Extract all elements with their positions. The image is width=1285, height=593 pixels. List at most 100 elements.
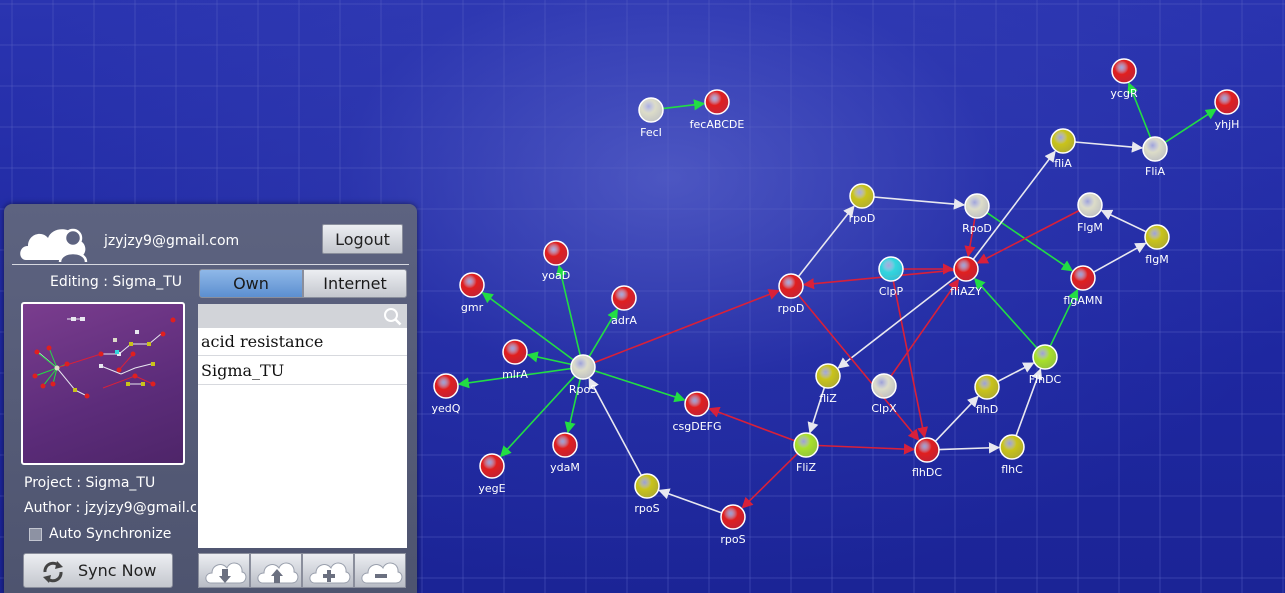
node-circle[interactable] — [459, 272, 485, 298]
node-rpoD_y[interactable]: rpoD — [849, 183, 876, 225]
node-gmr[interactable]: gmr — [459, 272, 485, 314]
node-ClpP[interactable]: ClpP — [878, 256, 904, 298]
node-circle[interactable] — [433, 373, 459, 399]
node-circle[interactable] — [974, 374, 1000, 400]
node-label: FlgM — [1077, 221, 1103, 234]
node-yhjH[interactable]: yhjH — [1214, 89, 1240, 131]
node-circle[interactable] — [479, 453, 505, 479]
node-circle[interactable] — [1070, 265, 1096, 291]
node-circle[interactable] — [1032, 344, 1058, 370]
node-label: flhDC — [912, 466, 942, 479]
node-rpoD_r[interactable]: rpoD — [778, 273, 805, 315]
edge-RpoS-csgDEFG[interactable] — [594, 369, 686, 403]
node-circle[interactable] — [704, 89, 730, 115]
cloud-remove-button[interactable] — [354, 553, 406, 588]
edge-flhDC-flhD[interactable] — [934, 395, 979, 442]
edge-flgAMN-flgM[interactable] — [1093, 242, 1147, 273]
node-circle[interactable] — [1144, 224, 1170, 250]
node-circle[interactable] — [793, 432, 819, 458]
edge-FliZ-rpoS_r[interactable] — [741, 452, 799, 509]
node-FlhDC[interactable]: FlhDC — [1029, 344, 1062, 386]
node-circle[interactable] — [634, 473, 660, 499]
node-fecABCDE[interactable]: fecABCDE — [690, 89, 745, 131]
edge-FlhDC-fliAZY[interactable] — [973, 277, 1038, 349]
node-circle[interactable] — [953, 256, 979, 282]
node-rpoS_y[interactable]: rpoS — [634, 473, 660, 515]
node-flgAMN[interactable]: flgAMN — [1063, 265, 1103, 307]
tab-own[interactable]: Own — [199, 269, 303, 298]
node-FlgM[interactable]: FlgM — [1077, 192, 1103, 234]
cloud-download-button[interactable] — [198, 553, 250, 588]
node-RpoS[interactable]: RpoS — [569, 354, 597, 396]
sync-now-label: Sync Now — [78, 561, 157, 580]
node-flgM[interactable]: flgM — [1144, 224, 1170, 266]
sync-now-button[interactable]: Sync Now — [23, 553, 173, 588]
node-circle[interactable] — [1214, 89, 1240, 115]
node-circle[interactable] — [552, 432, 578, 458]
cloud-add-icon — [309, 562, 351, 584]
node-RpoD[interactable]: RpoD — [962, 193, 992, 235]
auto-sync-checkbox[interactable] — [29, 528, 42, 541]
cloud-upload-button[interactable] — [250, 553, 302, 588]
edge-fliA_y-FliA[interactable] — [1074, 141, 1144, 153]
node-circle[interactable] — [778, 273, 804, 299]
edge-flhDC-flhC[interactable] — [938, 442, 1001, 454]
node-yegE[interactable]: yegE — [478, 453, 506, 495]
node-label: adrA — [611, 314, 637, 327]
node-circle[interactable] — [878, 256, 904, 282]
node-fliA_y[interactable]: fliA — [1050, 128, 1076, 170]
edge-rpoD_r-rpoD_y[interactable] — [797, 205, 855, 278]
list-item[interactable]: acid resistance — [198, 328, 407, 356]
node-circle[interactable] — [1142, 136, 1168, 162]
node-ycgR[interactable]: ycgR — [1110, 58, 1138, 100]
node-ydaM[interactable]: ydaM — [550, 432, 580, 474]
node-circle[interactable] — [611, 285, 637, 311]
node-mlrA[interactable]: mlrA — [502, 339, 528, 381]
list-item[interactable]: Sigma_TU — [198, 357, 407, 385]
tab-internet[interactable]: Internet — [303, 269, 407, 298]
node-circle[interactable] — [570, 354, 596, 380]
node-circle[interactable] — [684, 391, 710, 417]
cloud-action-bar — [198, 553, 408, 588]
node-circle[interactable] — [871, 373, 897, 399]
node-FliA[interactable]: FliA — [1142, 136, 1168, 178]
logout-button[interactable]: Logout — [322, 224, 403, 254]
node-yoaD[interactable]: yoaD — [542, 240, 570, 282]
node-circle[interactable] — [849, 183, 875, 209]
edge-rpoD_y-RpoD[interactable] — [873, 196, 966, 210]
node-flhC[interactable]: flhC — [999, 434, 1025, 476]
edge-RpoS-gmr[interactable] — [481, 292, 574, 361]
node-FecI[interactable]: FecI — [638, 97, 664, 139]
edge-FlgM-fliAZY[interactable] — [976, 209, 1080, 264]
node-ClpX[interactable]: ClpX — [871, 373, 897, 415]
node-circle[interactable] — [720, 504, 746, 530]
node-yedQ[interactable]: yedQ — [432, 373, 461, 415]
edge-rpoS_r-rpoS_y[interactable] — [658, 488, 722, 514]
node-circle[interactable] — [502, 339, 528, 365]
node-label: ydaM — [550, 461, 580, 474]
node-circle[interactable] — [815, 363, 841, 389]
edge-FliZ-csgDEFG[interactable] — [708, 406, 796, 442]
edge-RpoS-mlrA[interactable] — [526, 351, 572, 366]
node-rpoS_r[interactable]: rpoS — [720, 504, 746, 546]
node-circle[interactable] — [1077, 192, 1103, 218]
node-fliZ[interactable]: fliZ — [815, 363, 841, 405]
node-circle[interactable] — [1050, 128, 1076, 154]
node-adrA[interactable]: adrA — [611, 285, 637, 327]
node-circle[interactable] — [1111, 58, 1137, 84]
edge-FecI-fecABCDE[interactable] — [662, 99, 706, 111]
node-flhDC[interactable]: flhDC — [912, 437, 942, 479]
cloud-add-button[interactable] — [302, 553, 354, 588]
node-circle[interactable] — [964, 193, 990, 219]
search-icon[interactable] — [383, 307, 402, 326]
edge-FliA-yhjH[interactable] — [1164, 108, 1218, 144]
search-input[interactable] — [198, 304, 378, 328]
edge-flgM-FlgM[interactable] — [1100, 209, 1147, 233]
node-flhD[interactable]: flhD — [974, 374, 1000, 416]
node-circle[interactable] — [914, 437, 940, 463]
node-circle[interactable] — [543, 240, 569, 266]
project-thumbnail[interactable] — [21, 302, 185, 465]
node-circle[interactable] — [999, 434, 1025, 460]
node-circle[interactable] — [638, 97, 664, 123]
node-FliZ[interactable]: FliZ — [793, 432, 819, 474]
